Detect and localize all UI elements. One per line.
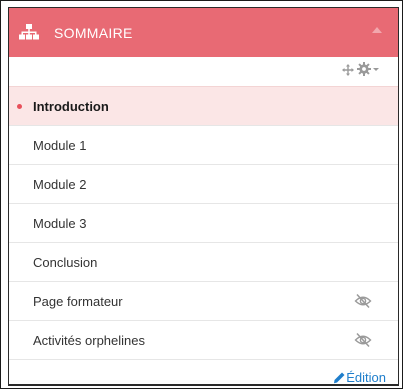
sitemap-icon xyxy=(19,23,39,42)
pencil-icon xyxy=(333,372,345,384)
summary-item-label: Introduction xyxy=(33,98,109,114)
summary-item-label: Module 3 xyxy=(33,215,87,231)
active-indicator-dot xyxy=(17,104,22,109)
screenshot-frame: SOMMAIRE Introduction Module 1 Module 2 … xyxy=(0,0,403,389)
edit-link[interactable]: Édition xyxy=(333,370,386,385)
summary-item[interactable]: Activités orphelines xyxy=(9,320,398,359)
summary-block: SOMMAIRE Introduction Module 1 Module 2 … xyxy=(8,7,399,386)
edit-label: Édition xyxy=(346,370,386,385)
summary-item[interactable]: Page formateur xyxy=(9,281,398,320)
block-header: SOMMAIRE xyxy=(9,8,398,57)
summary-item-label: Module 1 xyxy=(33,137,87,153)
move-icon[interactable] xyxy=(342,63,354,76)
collapse-caret-icon[interactable] xyxy=(372,27,382,33)
summary-item-label: Page formateur xyxy=(33,293,123,309)
eye-off-icon[interactable] xyxy=(354,332,372,348)
summary-item[interactable]: Conclusion xyxy=(9,242,398,281)
gear-icon[interactable] xyxy=(357,62,371,76)
block-title: SOMMAIRE xyxy=(54,24,133,41)
summary-list: Introduction Module 1 Module 2 Module 3 Conc… xyxy=(9,86,398,359)
summary-item[interactable]: Module 1 xyxy=(9,125,398,164)
summary-item-label: Activités orphelines xyxy=(33,332,145,348)
summary-item[interactable]: Module 2 xyxy=(9,164,398,203)
block-controls xyxy=(9,57,398,86)
summary-item-label: Conclusion xyxy=(33,254,98,270)
block-footer: Édition xyxy=(9,359,398,385)
summary-item-label: Module 2 xyxy=(33,176,87,192)
summary-item[interactable]: Introduction xyxy=(9,86,398,125)
eye-off-icon[interactable] xyxy=(354,293,372,309)
summary-item[interactable]: Module 3 xyxy=(9,203,398,242)
settings-dropdown-caret-icon[interactable] xyxy=(373,68,379,71)
